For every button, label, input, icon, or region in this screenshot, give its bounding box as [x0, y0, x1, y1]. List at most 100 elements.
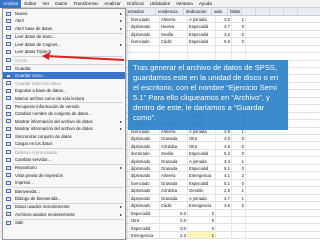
table-cell[interactable] [160, 53, 188, 60]
table-cell[interactable]: Especialid [188, 38, 216, 45]
menubar-item-transformar[interactable]: Transformar [70, 0, 101, 8]
table-cell[interactable]: 0 [188, 217, 216, 224]
table-cell[interactable] [232, 232, 246, 239]
table-cell[interactable]: Almería [160, 172, 188, 179]
menubar-item-utilidades[interactable]: Utilidades [147, 0, 173, 8]
table-cell[interactable]: diplomado [130, 23, 160, 30]
table-cell[interactable]: Cádiz [160, 38, 188, 45]
menu-item-repositorio[interactable]: Repositorio ▸ [3, 164, 125, 171]
table-cell[interactable]: Emergencia [130, 232, 160, 239]
table-cell[interactable]: 0 [188, 224, 216, 231]
column-header-empty[interactable] [284, 8, 298, 15]
table-cell[interactable]: 4.1 [216, 172, 232, 179]
table-cell[interactable] [232, 224, 246, 231]
column-header-empty[interactable] [242, 8, 256, 15]
table-cell[interactable]: Sevilla [160, 30, 188, 38]
table-cell[interactable]: 1 [232, 187, 246, 194]
table-cell[interactable]: Otra [130, 217, 160, 224]
table-cell[interactable]: Especialid [188, 179, 216, 187]
menubar-item-datos[interactable]: Datos [52, 0, 70, 8]
table-cell[interactable]: diplomado [130, 157, 160, 164]
menu-item-cerrar[interactable]: Cerrar [3, 57, 125, 64]
menu-item-nuevo[interactable]: Nuevo ▸ [3, 10, 125, 17]
menu-item-detener-el-procesador[interactable]: Detener el procesador [3, 149, 125, 156]
menubar-item-ayuda[interactable]: Ayuda [196, 0, 215, 8]
table-cell[interactable]: Emergencia [188, 172, 216, 179]
table-cell[interactable]: 0 [232, 135, 246, 142]
table-cell[interactable] [232, 45, 246, 53]
menu-item-guardar-como[interactable]: Guardar como... [3, 72, 125, 80]
table-cell[interactable]: 4.7 [216, 194, 232, 202]
table-cell[interactable]: diplomado [130, 30, 160, 38]
column-header-empty[interactable] [270, 8, 284, 15]
table-cell[interactable]: 5.1 [216, 179, 232, 187]
table-cell[interactable]: 2 [232, 172, 246, 179]
column-header-empty[interactable] [256, 8, 270, 15]
menu-item-vista-previa-de-impresión[interactable]: Vista previa de impresión [3, 172, 125, 179]
table-cell[interactable]: A jornada [188, 157, 216, 164]
menubar-item-gráficos[interactable]: Gráficos [124, 0, 147, 8]
table-cell[interactable]: Granada [160, 194, 188, 202]
menubar-item-ver[interactable]: Ver [39, 0, 52, 8]
table-cell[interactable] [130, 45, 160, 53]
table-cell[interactable] [188, 53, 216, 60]
table-cell[interactable]: diplomado [130, 135, 160, 142]
table-cell[interactable]: 3.2 [216, 30, 232, 38]
table-cell[interactable]: Granada [160, 135, 188, 142]
table-cell[interactable]: diplomado [130, 194, 160, 202]
table-cell[interactable]: Gestión [188, 187, 216, 194]
menubar-item-archivo[interactable]: Archivo [0, 0, 22, 8]
menu-item-recuperar-información-de-versión[interactable]: Recuperar información de versión [3, 103, 125, 110]
table-cell[interactable]: Especialid [188, 23, 216, 30]
table-cell[interactable]: A jornada [188, 16, 216, 23]
table-cell[interactable]: Sevilla [160, 150, 188, 157]
table-cell[interactable]: 4.0 [216, 135, 232, 142]
table-cell[interactable]: Granada [160, 157, 188, 164]
table-cell[interactable]: 0 [232, 30, 246, 38]
table-cell[interactable]: licenciado [130, 38, 160, 45]
table-cell[interactable]: Otra [188, 142, 216, 149]
table-cell[interactable]: 4.7 [216, 23, 232, 30]
column-header-faltas[interactable]: faltas [228, 8, 242, 15]
table-cell[interactable] [232, 53, 246, 60]
table-cell[interactable]: Córdoba [160, 142, 188, 149]
table-cell[interactable]: Granada [160, 179, 188, 187]
menu-item-cambiar-nombre-de-conjunto-de-datos[interactable]: Cambiar nombre de conjunto de datos... [3, 110, 125, 117]
menubar-item-editar[interactable]: Editar [21, 0, 39, 8]
table-cell[interactable]: diplomado [130, 142, 160, 149]
table-cell[interactable]: Granada [160, 165, 188, 172]
table-cell[interactable]: 1 [232, 16, 246, 23]
table-cell[interactable]: Especialid [188, 150, 216, 157]
menu-item-cargar-en-los-datos[interactable]: Cargar en los datos [3, 140, 125, 147]
table-cell[interactable]: 2 [232, 202, 246, 209]
table-cell[interactable]: 0 [232, 150, 246, 157]
menu-item-exportar-a-base-de-datos[interactable]: Exportar a base de datos... [3, 87, 125, 94]
table-cell[interactable]: 3.4 [216, 157, 232, 164]
menu-item-datos-usados-recientemente[interactable]: Datos usados recientemente ▸ [3, 203, 125, 210]
table-cell[interactable]: 2.6 [216, 187, 232, 194]
table-cell[interactable]: Cádiz [160, 202, 188, 209]
table-cell[interactable]: 3.0 [216, 16, 232, 23]
table-cell[interactable]: 0 [188, 209, 216, 216]
menu-item-marcar-archivo-como-de-sólo-lectura[interactable]: Marcar archivo como de sólo lectura [3, 95, 125, 102]
table-cell[interactable]: licenciado [130, 179, 160, 187]
table-cell[interactable]: 0 [232, 179, 246, 187]
menu-item-leer-datos-de-texto[interactable]: Leer datos de texto... [3, 33, 125, 40]
table-cell[interactable]: 4.5 [216, 142, 232, 149]
table-cell[interactable]: Emergencia [188, 202, 216, 209]
table-cell[interactable] [232, 209, 246, 216]
menu-item-guardar-todos-los-datos[interactable]: Guardar todos los datos [3, 80, 125, 87]
table-cell[interactable]: Especialid [188, 165, 216, 172]
table-cell[interactable]: 5.0 [160, 209, 188, 216]
table-cell[interactable]: 3.0 [160, 224, 188, 231]
menubar-item-analizar[interactable]: Analizar [101, 0, 124, 8]
menu-item-cambiar-servidor[interactable]: Cambiar servidor... [3, 156, 125, 163]
table-cell[interactable]: licenciado [130, 16, 160, 23]
table-cell[interactable]: 5.1 [216, 165, 232, 172]
table-cell[interactable] [216, 224, 232, 231]
menu-item-guardar[interactable]: Guardar [3, 65, 125, 72]
table-cell[interactable] [216, 53, 232, 60]
table-cell[interactable]: Otra [188, 135, 216, 142]
menu-item-mostrar-información-del-archivo-de-datos[interactable]: Mostrar información del archivo de datos… [3, 118, 125, 125]
table-cell[interactable]: 0 [232, 23, 246, 30]
